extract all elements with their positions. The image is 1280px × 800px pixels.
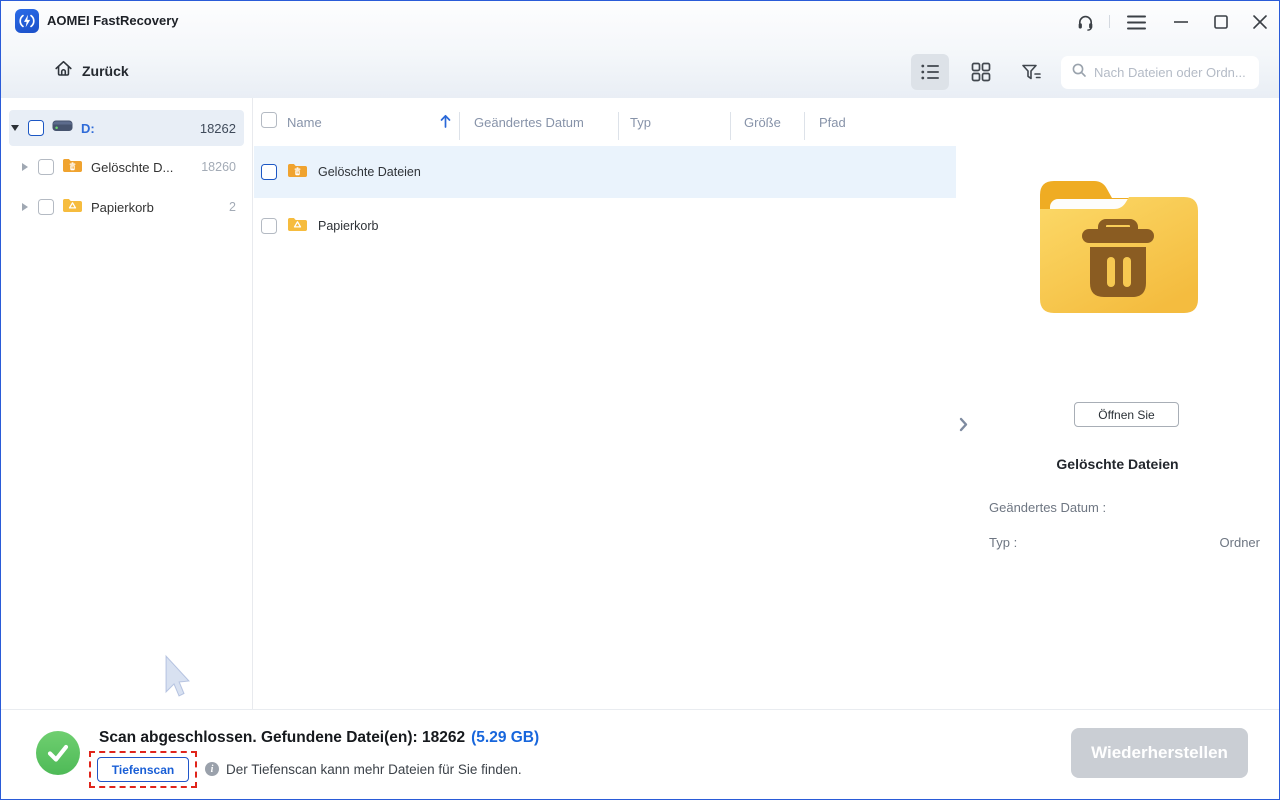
search-box (1061, 56, 1270, 89)
deep-scan-highlight-box: Tiefenscan (89, 751, 197, 788)
scan-summary: Scan abgeschlossen. Gefundene Datei(en):… (99, 729, 539, 747)
file-name: Gelöschte Dateien (318, 165, 421, 179)
filter-button[interactable] (1012, 54, 1050, 90)
close-button[interactable] (1249, 11, 1271, 33)
folder-recycle-icon (62, 196, 83, 218)
sidebar-item-deleted-files[interactable]: Gelöschte D... 18260 (1, 148, 252, 186)
row-checkbox[interactable] (261, 218, 277, 234)
drive-icon (52, 118, 73, 138)
collapse-caret-icon[interactable] (22, 163, 28, 171)
app-window: AOMEI FastRecovery Zurück Nach Dateien o… (0, 0, 1280, 800)
info-icon: i (205, 762, 219, 776)
deep-scan-button[interactable]: Tiefenscan (97, 757, 189, 782)
back-button[interactable]: Zurück (53, 57, 129, 85)
deleted-files-checkbox[interactable] (38, 159, 54, 175)
column-header-type[interactable]: Typ (630, 115, 651, 130)
grid-view-button[interactable] (962, 54, 1000, 90)
scan-summary-text: Scan abgeschlossen. Gefundene Datei(en):… (99, 729, 466, 746)
file-list-header: Name Geändertes Datum Typ Größe Pfad (254, 101, 956, 147)
app-title: AOMEI FastRecovery (47, 13, 179, 28)
support-headset-icon[interactable] (1074, 11, 1096, 33)
type-label: Typ : (989, 535, 1018, 550)
app-logo-icon (15, 9, 39, 33)
sidebar-tree: D: 18262 Gelöschte D... 18260 Papierkorb… (1, 98, 253, 709)
restore-button[interactable]: Wiederherstellen (1071, 728, 1248, 778)
type-field: Typ : Ordner (989, 535, 1260, 550)
selected-item-title: Gelöschte Dateien (1056, 456, 1179, 472)
sidebar-item-label: D: (81, 120, 95, 136)
file-list: Name Geändertes Datum Typ Größe Pfad Gel… (254, 98, 956, 709)
type-value: Ordner (1219, 535, 1260, 550)
sidebar-item-count: 18260 (201, 160, 236, 174)
modified-date-label: Geändertes Datum : (989, 500, 1107, 515)
list-view-button[interactable] (911, 54, 949, 90)
sidebar-item-count: 2 (229, 200, 236, 214)
sidebar-item-d-drive[interactable]: D: 18262 (1, 109, 252, 147)
sort-ascending-icon (440, 114, 451, 133)
file-name: Papierkorb (318, 219, 379, 233)
mouse-cursor (164, 654, 192, 703)
status-bar: Scan abgeschlossen. Gefundene Datei(en):… (1, 709, 1279, 799)
menu-icon[interactable] (1125, 11, 1147, 33)
home-icon (53, 58, 74, 84)
top-bar: AOMEI FastRecovery Zurück Nach Dateien o… (1, 1, 1279, 98)
titlebar-divider (1109, 15, 1110, 28)
scan-success-icon (36, 731, 80, 775)
d-drive-checkbox[interactable] (28, 120, 44, 136)
file-row-recycle-bin[interactable]: Papierkorb (254, 200, 956, 252)
open-button[interactable]: Öffnen Sie (1074, 402, 1179, 427)
search-input[interactable] (1094, 65, 1270, 80)
folder-recycle-icon (287, 215, 308, 237)
search-icon (1071, 62, 1087, 83)
column-header-name[interactable]: Name (287, 115, 322, 130)
recycle-bin-checkbox[interactable] (38, 199, 54, 215)
minimize-button[interactable] (1170, 11, 1192, 33)
select-all-checkbox[interactable] (261, 112, 277, 128)
column-header-modified[interactable]: Geändertes Datum (474, 115, 584, 130)
folder-preview-icon (1024, 161, 1212, 338)
expand-caret-icon[interactable] (11, 125, 19, 131)
file-row-deleted-files[interactable]: Gelöschte Dateien (254, 146, 956, 198)
sidebar-item-recycle-bin[interactable]: Papierkorb 2 (1, 188, 252, 226)
maximize-button[interactable] (1210, 11, 1232, 33)
column-header-size[interactable]: Größe (744, 115, 781, 130)
collapse-panel-chevron[interactable] (956, 414, 971, 440)
sidebar-item-count: 18262 (199, 120, 236, 136)
deep-scan-hint: Der Tiefenscan kann mehr Dateien für Sie… (226, 762, 522, 777)
column-header-path[interactable]: Pfad (819, 115, 846, 130)
row-checkbox[interactable] (261, 164, 277, 180)
collapse-caret-icon[interactable] (22, 203, 28, 211)
folder-trash-icon (62, 156, 83, 178)
folder-trash-icon (287, 161, 308, 183)
details-panel: Öffnen Sie Gelöschte Dateien Geändertes … (957, 98, 1278, 709)
scan-size-text: (5.29 GB) (471, 729, 540, 746)
modified-date-field: Geändertes Datum : (989, 500, 1260, 515)
back-label: Zurück (82, 63, 129, 79)
